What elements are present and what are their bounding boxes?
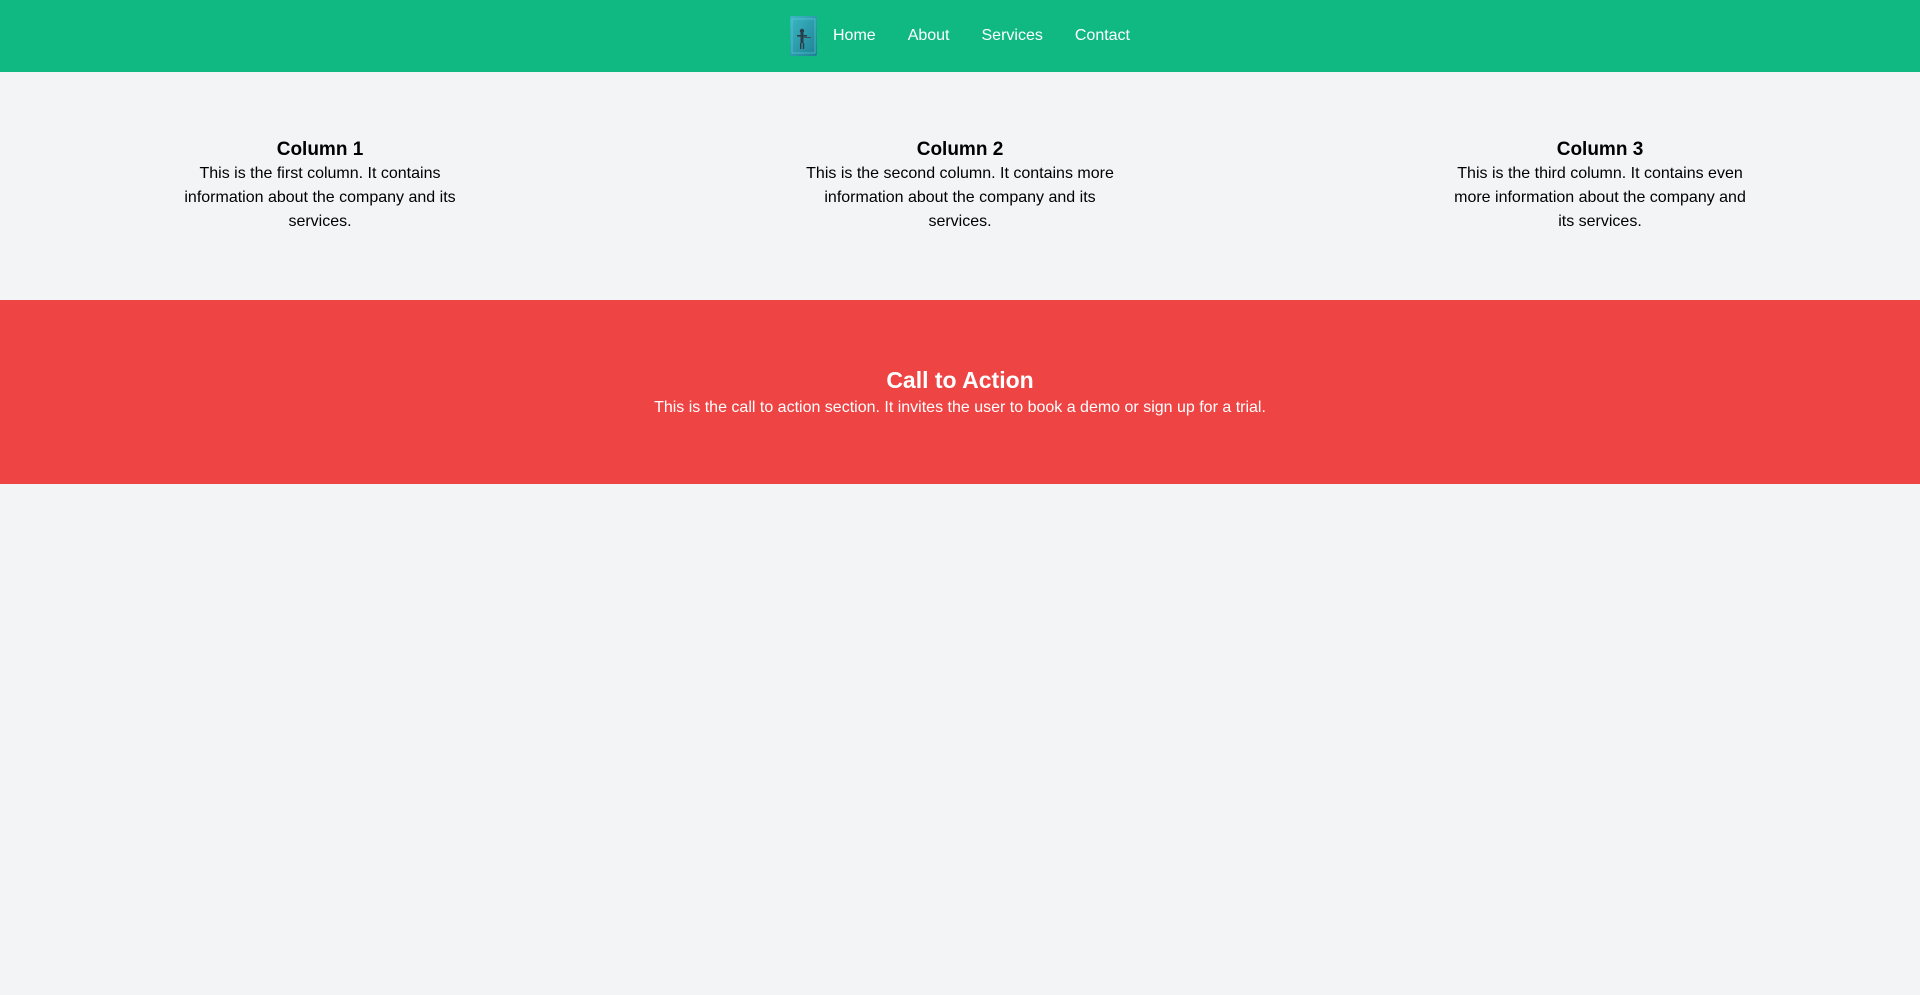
column-text: This is the second column. It contains m…	[806, 165, 1114, 230]
nav-link-home[interactable]: Home	[833, 26, 876, 46]
column-text: This is the first column. It contains in…	[184, 165, 456, 230]
column-title: Column 2	[916, 139, 1004, 160]
nav-link-contact[interactable]: Contact	[1075, 26, 1130, 46]
columns-section: Column 1 This is the first column. It co…	[0, 72, 1920, 300]
nav-link-about[interactable]: About	[908, 26, 950, 46]
cta-text: This is the call to action section. It i…	[654, 399, 1266, 416]
main-nav: Home About Services Contact	[790, 16, 1130, 56]
column-title: Column 3	[1556, 139, 1644, 160]
column-1: Column 1 This is the first column. It co…	[176, 138, 464, 234]
nav-link-services[interactable]: Services	[982, 26, 1043, 46]
top-navbar: Home About Services Contact	[0, 0, 1920, 72]
cta-title: Call to Action	[886, 367, 1034, 393]
column-3: Column 3 This is the third column. It co…	[1444, 138, 1756, 234]
logo-icon[interactable]	[790, 16, 817, 56]
column-2: Column 2 This is the second column. It c…	[796, 138, 1124, 234]
column-text: This is the third column. It contains ev…	[1454, 165, 1746, 230]
column-title: Column 1	[276, 139, 364, 160]
call-to-action-section: Call to Action This is the call to actio…	[0, 300, 1920, 484]
